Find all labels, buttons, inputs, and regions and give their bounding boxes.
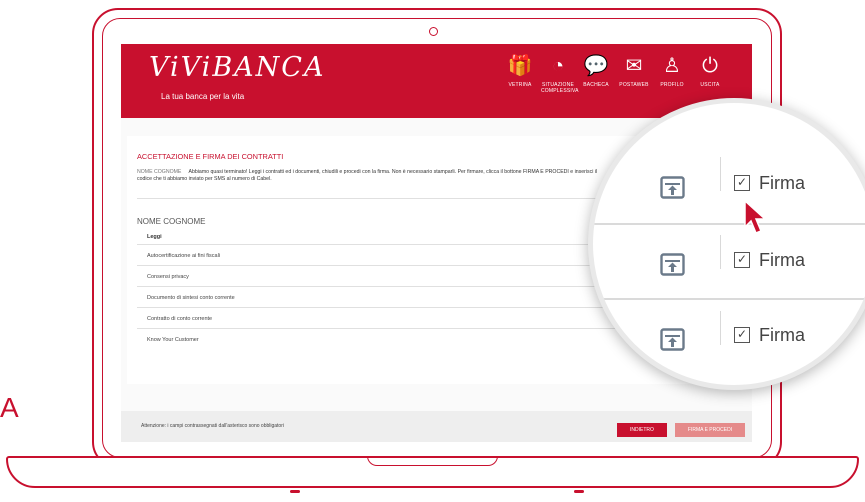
divider	[593, 223, 865, 225]
table-row[interactable]: Know Your Customer	[137, 328, 617, 350]
sign-label: Firma	[759, 250, 805, 270]
table-row[interactable]: Consensi privacy	[137, 265, 617, 287]
nav-item-profilo[interactable]: ♙ PROFILO	[655, 54, 689, 94]
nav-label: PROFILO	[660, 82, 684, 88]
nav-item-vetrina[interactable]: 🎁 VETRINA	[503, 54, 537, 94]
mouse-pointer-icon	[744, 199, 767, 234]
intro-text: NOME COGNOME Abbiamo quasi terminato! Le…	[137, 169, 607, 183]
magnifier-zoom: ✓ Firma ✓ Firma ✓ Firma	[588, 98, 865, 390]
webcam-icon	[429, 27, 438, 36]
intro-client-name: NOME COGNOME	[137, 169, 182, 175]
sign-and-proceed-button[interactable]: FIRMA E PROCEDI	[675, 423, 745, 437]
pie-chart-icon: ◔	[551, 55, 565, 77]
intro-message: Abbiamo quasi terminato! Leggi i contrat…	[137, 169, 598, 182]
footer-bar: Attenzione: i campi contrassegnati dall'…	[121, 411, 752, 442]
sign-checkbox[interactable]: ✓	[734, 175, 750, 191]
sign-checkbox[interactable]: ✓	[734, 252, 750, 268]
vivibanca-logo[interactable]: ViViBANCA	[149, 52, 325, 83]
table-row[interactable]: Contratto di conto corrente	[137, 307, 617, 329]
table-row[interactable]: Autocertificazione ai fini fiscali	[137, 244, 617, 266]
brand-tagline: La tua banca per la vita	[161, 92, 245, 101]
document-link[interactable]: Documento di sintesi conto corrente	[147, 295, 235, 301]
page-title: ACCETTAZIONE E FIRMA DEI CONTRATTI	[137, 152, 284, 161]
divider	[720, 235, 721, 269]
nav-item-situazione[interactable]: ◔ SITUAZIONE COMPLESSIVA	[541, 54, 579, 94]
nav-item-postaweb[interactable]: ✉ POSTAWEB	[617, 54, 651, 94]
nav-label: VETRINA	[508, 82, 532, 88]
app-header: ViViBANCA La tua banca per la vita 🎁 VET…	[121, 44, 752, 118]
sign-label: Firma	[759, 173, 805, 193]
document-link[interactable]: Consensi privacy	[147, 274, 189, 280]
divider	[720, 311, 721, 345]
main-nav: 🎁 VETRINA ◔ SITUAZIONE COMPLESSIVA 💬 BAC…	[503, 54, 731, 94]
mail-icon: ✉	[625, 55, 643, 77]
back-button[interactable]: INDIETRO	[617, 423, 667, 437]
upload-icon[interactable]	[660, 328, 685, 351]
nav-label: SITUAZIONE COMPLESSIVA	[541, 82, 579, 94]
chat-icon: 💬	[583, 55, 609, 77]
nav-item-uscita[interactable]: ⏻ USCITA	[693, 54, 727, 94]
nav-label: POSTAWEB	[619, 82, 649, 88]
gift-icon: 🎁	[507, 55, 533, 77]
nav-label: BACHECA	[583, 82, 609, 88]
table-row[interactable]: Documento di sintesi conto corrente	[137, 286, 617, 308]
power-icon: ⏻	[702, 55, 718, 77]
laptop-notch	[367, 456, 498, 466]
document-link[interactable]: Know Your Customer	[147, 337, 199, 343]
column-header-read: Leggi	[147, 234, 162, 240]
client-name: NOME COGNOME	[137, 217, 206, 226]
nav-label: USCITA	[700, 82, 720, 88]
required-fields-note: Attenzione: i campi contrassegnati dall'…	[141, 423, 284, 429]
side-letter: A	[0, 392, 19, 423]
divider	[137, 198, 637, 199]
laptop-foot	[574, 490, 584, 493]
divider	[720, 157, 721, 191]
divider	[593, 298, 865, 300]
document-link[interactable]: Contratto di conto corrente	[147, 316, 212, 322]
document-link[interactable]: Autocertificazione ai fini fiscali	[147, 253, 220, 259]
upload-icon[interactable]	[660, 176, 685, 199]
sign-checkbox[interactable]: ✓	[734, 327, 750, 343]
nav-item-bacheca[interactable]: 💬 BACHECA	[579, 54, 613, 94]
laptop-foot	[290, 490, 300, 493]
upload-icon[interactable]	[660, 253, 685, 276]
user-icon: ♙	[663, 55, 681, 77]
sign-label: Firma	[759, 325, 805, 345]
